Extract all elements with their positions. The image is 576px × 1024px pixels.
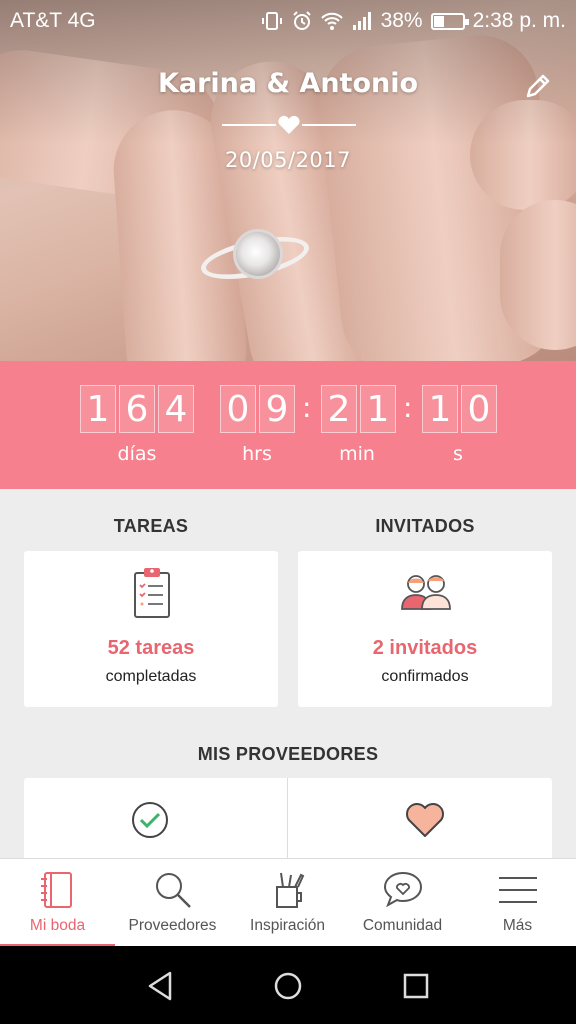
chat-heart-icon	[383, 871, 423, 908]
countdown-seconds-digit: 1	[422, 385, 458, 433]
countdown-days-digit: 4	[158, 385, 194, 433]
nav-label: Proveedores	[128, 917, 217, 934]
nav-item-mi-boda[interactable]: Mi boda	[0, 859, 115, 947]
countdown-days-digit: 1	[80, 385, 116, 433]
system-nav-bar	[0, 946, 576, 1024]
vendors-title: MIS PROVEEDORES	[197, 744, 379, 764]
nav-item-proveedores[interactable]: Proveedores	[115, 859, 230, 947]
signal-icon	[352, 12, 371, 30]
countdown-seconds-label: s	[453, 443, 463, 465]
vibrate-icon	[261, 12, 282, 30]
nav-item-inspiracion[interactable]: Inspiración	[230, 859, 345, 947]
countdown: 1 6 4 0 9 : 2 1 : 1 0 días hrs min s	[0, 361, 576, 489]
clipboard-checklist-icon	[134, 568, 170, 618]
countdown-separator: :	[302, 391, 312, 424]
guests-card[interactable]: 2 invitados confirmados	[298, 551, 552, 707]
nav-item-mas[interactable]: Más	[460, 859, 575, 947]
menu-icon	[499, 877, 537, 903]
wifi-icon	[320, 12, 343, 30]
countdown-minutes-label: min	[339, 443, 375, 465]
guests-count: 2 invitados	[372, 637, 478, 659]
status-bar: AT&T 4G 38% 2:38 p. m.	[0, 0, 576, 40]
guests-status: confirmados	[381, 668, 469, 685]
countdown-hours-digit: 9	[259, 385, 295, 433]
nav-label: Inspiración	[250, 917, 325, 934]
nav-item-comunidad[interactable]: Comunidad	[345, 859, 460, 947]
tasks-title: TAREAS	[113, 516, 189, 536]
countdown-seconds-digit: 0	[461, 385, 497, 433]
bottom-nav: Mi boda Proveedores Inspiración Comunida…	[0, 858, 576, 947]
back-icon[interactable]	[142, 968, 178, 1004]
countdown-days-label: días	[117, 443, 157, 465]
countdown-hours-label: hrs	[242, 443, 272, 465]
pencil-cup-icon	[276, 872, 305, 908]
guests-title: INVITADOS	[375, 516, 475, 536]
tasks-count: 52 tareas	[107, 637, 195, 659]
wedding-date: 20/05/2017	[224, 148, 352, 172]
search-icon	[156, 873, 191, 908]
hero-photo	[0, 0, 576, 361]
nav-label: Comunidad	[362, 917, 443, 934]
countdown-separator: :	[403, 391, 413, 424]
check-circle-icon	[132, 802, 168, 838]
alarm-icon	[292, 11, 311, 30]
battery-icon	[430, 12, 469, 30]
battery-percent: 38%	[380, 9, 423, 32]
vendors-divider	[287, 778, 288, 868]
couple-names: Karina & Antonio	[157, 68, 419, 99]
clock: 2:38 p. m.	[472, 9, 566, 32]
couple-icon	[401, 575, 451, 610]
pencil-icon[interactable]	[522, 70, 554, 102]
nav-label: Más	[502, 917, 533, 934]
recents-icon[interactable]	[398, 968, 434, 1004]
home-icon[interactable]	[270, 968, 306, 1004]
carrier-label: AT&T 4G	[10, 9, 96, 32]
tasks-card[interactable]: 52 tareas completadas	[24, 551, 278, 707]
countdown-days-digit: 6	[119, 385, 155, 433]
countdown-hours-digit: 0	[220, 385, 256, 433]
tasks-status: completadas	[105, 668, 197, 685]
nav-label: Mi boda	[29, 917, 86, 934]
notebook-icon	[41, 872, 72, 908]
heart-divider	[222, 115, 356, 134]
heart-icon	[406, 803, 444, 837]
vendors-card[interactable]	[24, 778, 552, 868]
countdown-minutes-digit: 1	[360, 385, 396, 433]
countdown-minutes-digit: 2	[321, 385, 357, 433]
